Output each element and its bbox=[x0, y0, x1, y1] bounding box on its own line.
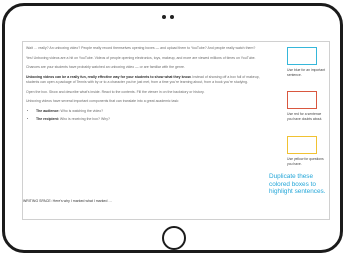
bullet-label: The recipient: bbox=[36, 117, 59, 122]
tablet-screen: Wait … really? An unboxing video? People… bbox=[22, 41, 330, 220]
bullet-text: Who is receiving the box? Why? bbox=[58, 117, 110, 122]
tablet-frame: Wait … really? An unboxing video? People… bbox=[2, 3, 343, 253]
bullet-item[interactable]: The recipient: Who is receiving the box?… bbox=[36, 117, 269, 122]
camera-dot bbox=[170, 15, 174, 19]
paragraph-3[interactable]: Chances are your students have probably … bbox=[26, 65, 269, 70]
camera-dot bbox=[162, 15, 166, 19]
bullet-text: Who is watching the video? bbox=[59, 108, 104, 113]
paragraph-5[interactable]: Open the box. Show and describe what's i… bbox=[26, 90, 269, 95]
blue-highlight-box[interactable] bbox=[287, 47, 317, 65]
home-button[interactable] bbox=[162, 226, 186, 250]
bullet-list: The audience: Who is watching the video?… bbox=[36, 109, 269, 123]
paragraph-2[interactable]: Yes! Unboxing videos are a hit on YouTub… bbox=[26, 56, 269, 61]
paragraph-1[interactable]: Wait … really? An unboxing video? People… bbox=[26, 46, 269, 51]
paragraph-6[interactable]: Unboxing videos have several important c… bbox=[26, 99, 269, 104]
document-body: Wait … really? An unboxing video? People… bbox=[26, 46, 269, 127]
yellow-box-label: Use yellow for questions you have. bbox=[287, 157, 324, 166]
bullet-item[interactable]: The audience: Who is watching the video? bbox=[36, 109, 269, 114]
yellow-highlight-box[interactable] bbox=[287, 136, 317, 154]
duplicate-boxes-note: Duplicate these colored boxes to highlig… bbox=[269, 173, 326, 196]
red-box-label: Use red for a sentence you have doubts a… bbox=[287, 112, 323, 121]
writing-space[interactable]: WRITING SPACE: Here's why I marked what … bbox=[23, 199, 112, 203]
camera-dots bbox=[162, 15, 174, 19]
paragraph-4[interactable]: Unboxing videos can be a really fun, rea… bbox=[26, 75, 269, 86]
blue-box-label: Use blue for an important sentence. bbox=[287, 68, 326, 77]
paragraph-4-bold: Unboxing videos can be a really fun, rea… bbox=[26, 74, 192, 79]
red-highlight-box[interactable] bbox=[287, 91, 317, 109]
bullet-label: The audience: bbox=[36, 108, 60, 113]
